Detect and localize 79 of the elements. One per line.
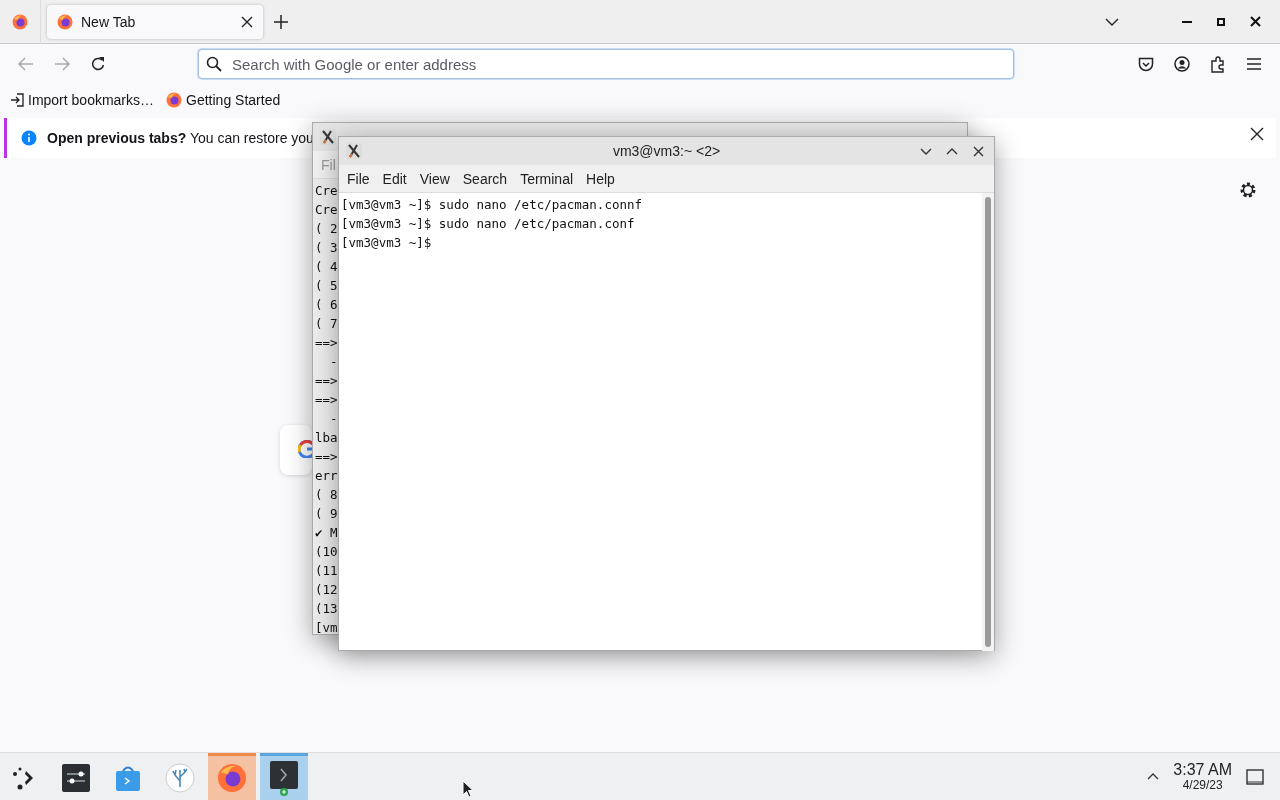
terminal-line: ==> xyxy=(315,391,338,409)
sliders-icon xyxy=(62,764,90,792)
terminal-line: (10 xyxy=(315,543,338,561)
firefox-icon xyxy=(12,13,28,30)
taskbar-app[interactable] xyxy=(260,753,308,800)
terminal-line: (11 xyxy=(315,562,338,580)
show-desktop-button[interactable] xyxy=(1246,768,1264,785)
close-icon xyxy=(241,15,253,28)
info-icon xyxy=(21,130,37,146)
puzzle-piece-icon xyxy=(1210,55,1226,73)
close-icon xyxy=(1249,16,1261,27)
menu-item[interactable]: File xyxy=(341,170,376,187)
firefox-icon xyxy=(217,763,247,793)
terminal-line: ( 5 xyxy=(315,277,338,295)
terminal-line: ✔ M xyxy=(315,524,338,542)
terminal-line: ( 2 xyxy=(315,220,338,238)
address-bar[interactable]: Search with Google or enter address xyxy=(198,49,1014,79)
search-icon xyxy=(206,56,222,72)
chevron-up-icon xyxy=(946,147,958,155)
firefox-icon xyxy=(166,92,183,108)
account-icon xyxy=(1174,56,1190,72)
chevron-up-icon xyxy=(1147,773,1160,780)
terminal-line: [vm3@vm3 ~]$ sudo nano /etc/pacman.connf xyxy=(341,196,643,214)
chevron-down-icon xyxy=(1105,17,1119,26)
menu-item[interactable]: View xyxy=(413,170,456,187)
terminal-line: (12 xyxy=(315,581,338,599)
terminal-line: (13 xyxy=(315,600,338,618)
terminal-line: Cre xyxy=(315,182,338,200)
settings-button[interactable] xyxy=(1238,180,1258,200)
back-arrow-icon xyxy=(18,57,34,71)
maximize-icon xyxy=(1217,17,1225,26)
terminal-line: [vm3@vm3 ~]$ sudo nano /etc/pacman.conf xyxy=(341,215,635,233)
chevron-down-icon xyxy=(920,147,932,155)
terminal-line: - xyxy=(329,353,338,371)
terminal-line: ==> xyxy=(315,372,338,390)
terminal-line: [vm3@vm3 ~]$ xyxy=(341,234,432,252)
terminal-line: [vm xyxy=(315,619,338,637)
coral-icon xyxy=(165,763,195,793)
import-icon xyxy=(10,93,24,107)
tray-expand-button[interactable] xyxy=(1147,773,1160,780)
terminal-app-icon xyxy=(319,128,337,146)
menu-item[interactable]: Terminal xyxy=(514,170,580,187)
terminal-line: ( 7 xyxy=(315,315,338,333)
terminal-line: ( 3 xyxy=(315,239,338,257)
shortcut-tile[interactable] xyxy=(280,425,312,475)
terminal-line: - xyxy=(329,410,338,428)
show-desktop-icon xyxy=(1246,768,1264,785)
menu-item[interactable]: Help xyxy=(580,170,621,187)
bookmark-item[interactable]: Import bookmarks… xyxy=(10,92,155,108)
pocket-icon xyxy=(1138,56,1154,72)
terminal-line: lba xyxy=(315,429,338,447)
browser-tab[interactable]: New Tab xyxy=(47,4,263,39)
terminal-line: ==> xyxy=(315,334,338,352)
scrollbar[interactable] xyxy=(982,193,994,651)
firefox-icon xyxy=(57,13,73,30)
terminal-line: ==> xyxy=(315,448,338,466)
close-icon xyxy=(1250,127,1264,141)
mouse-cursor-icon xyxy=(462,780,474,798)
menu-item[interactable]: Edit xyxy=(376,170,413,187)
terminal-line: ( 9 xyxy=(315,505,338,523)
menu-item[interactable]: Search xyxy=(456,170,514,187)
terminal-line: ( 6 xyxy=(315,296,338,314)
settings-icon xyxy=(1238,180,1258,200)
forward-arrow-icon xyxy=(54,57,70,71)
bookmark-item[interactable]: Getting Started xyxy=(166,92,281,108)
shopping-bag-icon xyxy=(115,764,141,792)
plus-icon xyxy=(274,14,288,29)
terminal-app-icon xyxy=(345,142,363,160)
clock[interactable]: 3:37 AM 4/29/23 xyxy=(1173,762,1232,791)
terminal-icon xyxy=(269,760,299,796)
terminal-line: ( 8 xyxy=(315,486,338,504)
close-icon xyxy=(972,145,984,157)
terminal-line: Cre xyxy=(315,201,338,219)
reload-icon xyxy=(90,56,106,72)
window-title: vm3@vm3:~ <2> xyxy=(612,143,721,159)
close-notification-button[interactable] xyxy=(1250,127,1264,141)
menu-icon xyxy=(1247,58,1261,70)
terminal-line: ( 4 xyxy=(315,258,338,276)
terminal-line: err xyxy=(315,467,338,485)
